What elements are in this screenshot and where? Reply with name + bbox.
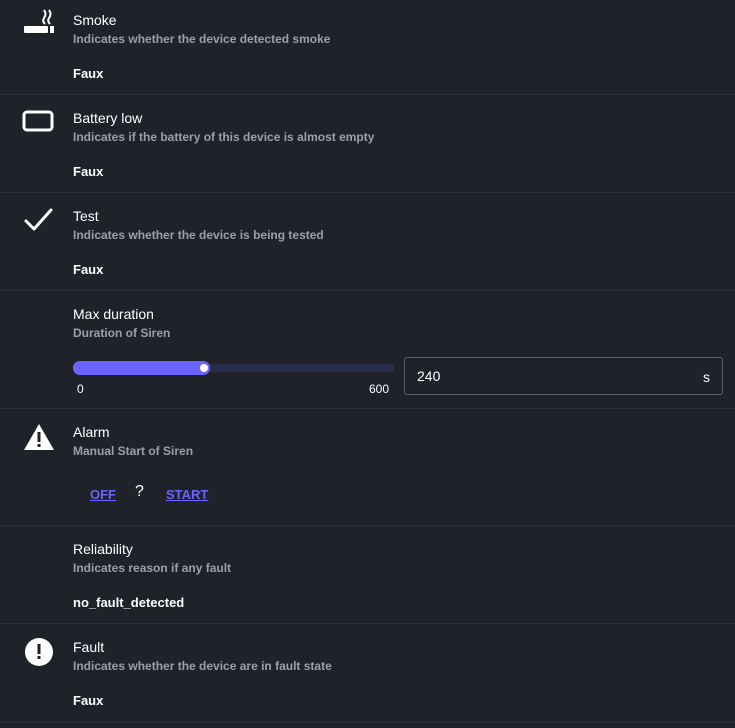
unit-label: s (703, 369, 710, 385)
test-title: Test (73, 208, 99, 224)
slider-fill (73, 361, 210, 375)
slider-thumb[interactable] (198, 362, 210, 374)
alarm-description: Manual Start of Siren (73, 444, 194, 458)
reliability-value: no_fault_detected (73, 595, 185, 610)
smoke-description: Indicates whether the device detected sm… (73, 32, 331, 46)
smoke-value: Faux (73, 66, 104, 81)
row-battery-low: Battery low Indicates if the battery of … (0, 95, 735, 193)
reliability-title: Reliability (73, 541, 133, 557)
slider-max-label: 600 (369, 382, 390, 396)
test-description: Indicates whether the device is being te… (73, 228, 324, 242)
reliability-description: Indicates reason if any fault (73, 561, 232, 575)
exposes-list: Smoke Indicates whether the device detec… (0, 0, 735, 723)
row-reliability: Reliability Indicates reason if any faul… (0, 526, 735, 624)
max-duration-title: Max duration (73, 306, 154, 322)
row-fault: Fault Indicates whether the device are i… (0, 624, 735, 723)
row-test: Test Indicates whether the device is bei… (0, 193, 735, 291)
battery-low-title: Battery low (73, 110, 143, 126)
slider-min-label: 0 (77, 382, 84, 396)
row-smoke: Smoke Indicates whether the device detec… (0, 0, 735, 95)
row-alarm: Alarm Manual Start of Siren OFF ? START (0, 409, 735, 526)
max-duration-input[interactable] (417, 368, 677, 384)
fault-value: Faux (73, 693, 104, 708)
row-max-duration: Max duration Duration of Siren 0 600 s (0, 291, 735, 409)
smoke-title: Smoke (73, 12, 117, 28)
max-duration-slider[interactable] (73, 361, 394, 375)
smoking-icon (22, 8, 56, 42)
alarm-title: Alarm (73, 424, 110, 440)
fault-description: Indicates whether the device are in faul… (73, 659, 332, 673)
alarm-off-button[interactable]: OFF (90, 487, 116, 502)
alert-circle-icon (22, 637, 56, 671)
max-duration-number-field[interactable]: s (404, 357, 723, 395)
alarm-separator: ? (135, 483, 144, 500)
test-value: Faux (73, 262, 104, 277)
battery-low-description: Indicates if the battery of this device … (73, 130, 375, 144)
fault-title: Fault (73, 639, 105, 655)
max-duration-description: Duration of Siren (73, 326, 171, 340)
battery-low-icon (22, 108, 56, 142)
checkmark-icon (22, 206, 56, 240)
warning-icon (22, 422, 56, 456)
battery-low-value: Faux (73, 164, 104, 179)
alarm-start-button[interactable]: START (166, 487, 208, 502)
